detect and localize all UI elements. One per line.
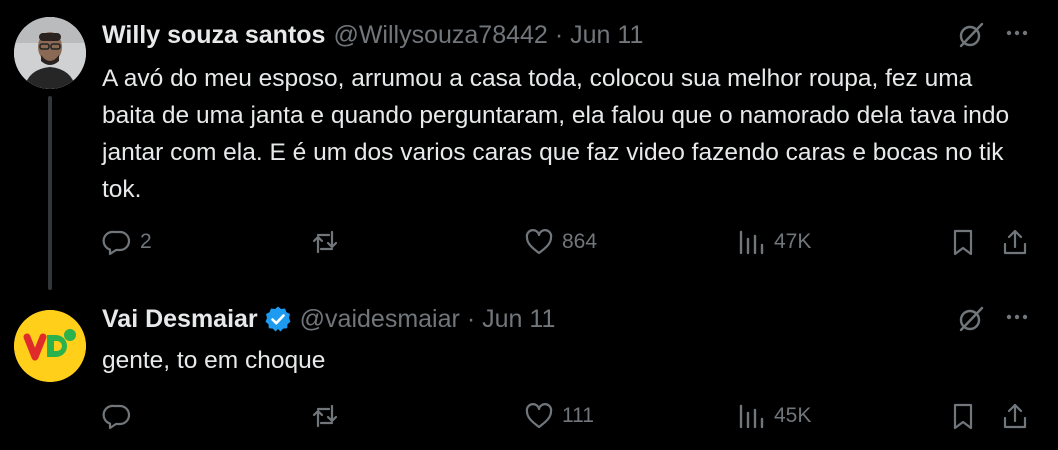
tweet-text: A avó do meu esposo, arrumou a casa toda… bbox=[102, 65, 1010, 203]
grok-icon[interactable] bbox=[956, 304, 986, 334]
tweet-actions: 111 45K bbox=[102, 398, 1058, 434]
reply-icon bbox=[102, 404, 131, 430]
tweet-header: Willy souza santos @Willysouza78442 · Ju… bbox=[102, 20, 1058, 50]
like-button[interactable]: 864 bbox=[524, 224, 597, 260]
views-chart-icon bbox=[739, 230, 764, 255]
thread-connector bbox=[48, 96, 52, 290]
author-name[interactable]: Vai Desmaiar bbox=[102, 305, 258, 334]
retweet-icon bbox=[312, 230, 338, 254]
bookmark-button[interactable] bbox=[948, 224, 978, 260]
views-chart-icon bbox=[739, 404, 764, 429]
more-icon[interactable] bbox=[1002, 302, 1032, 332]
separator-dot: · bbox=[466, 304, 476, 333]
views-button[interactable]: 47K bbox=[736, 224, 811, 260]
share-icon bbox=[1003, 403, 1027, 429]
retweet-icon bbox=[312, 404, 338, 428]
avatar-photo-icon bbox=[14, 17, 86, 89]
grok-icon[interactable] bbox=[956, 20, 986, 50]
bookmark-icon bbox=[953, 229, 973, 256]
verified-badge-icon bbox=[264, 305, 292, 333]
like-count: 111 bbox=[562, 404, 594, 427]
heart-icon bbox=[525, 403, 553, 429]
vai-desmaiar-logo-icon bbox=[14, 310, 86, 382]
share-icon bbox=[1003, 229, 1027, 255]
like-button[interactable]: 111 bbox=[524, 398, 594, 434]
reply-button[interactable]: 2 bbox=[102, 224, 152, 260]
tweet-date[interactable]: Jun 11 bbox=[570, 21, 643, 50]
tweet-1[interactable]: Willy souza santos @Willysouza78442 · Ju… bbox=[0, 0, 1058, 290]
avatar[interactable] bbox=[14, 17, 86, 89]
view-count: 45K bbox=[774, 404, 812, 427]
tweet-2[interactable]: Vai Desmaiar @vaidesmaiar · Jun 11 gente… bbox=[0, 290, 1058, 450]
view-count: 47K bbox=[774, 230, 812, 253]
retweet-button[interactable] bbox=[310, 224, 348, 260]
views-button[interactable]: 45K bbox=[736, 398, 811, 434]
author-handle[interactable]: @Willysouza78442 bbox=[333, 21, 547, 50]
share-button[interactable] bbox=[1000, 398, 1030, 434]
more-icon[interactable] bbox=[1002, 18, 1032, 48]
avatar[interactable] bbox=[14, 310, 86, 382]
share-button[interactable] bbox=[1000, 224, 1030, 260]
bookmark-button[interactable] bbox=[948, 398, 978, 434]
tweet-actions: 2 864 47K bbox=[102, 224, 1058, 260]
reply-icon bbox=[102, 230, 131, 256]
heart-icon bbox=[525, 229, 553, 255]
author-name[interactable]: Willy souza santos bbox=[102, 21, 325, 50]
reply-button[interactable] bbox=[102, 398, 140, 434]
tweet-header: Vai Desmaiar @vaidesmaiar · Jun 11 bbox=[102, 304, 1058, 334]
retweet-button[interactable] bbox=[310, 398, 348, 434]
author-handle[interactable]: @vaidesmaiar bbox=[300, 305, 460, 334]
tweet-text: gente, to em choque bbox=[102, 347, 326, 374]
tweet-date[interactable]: Jun 11 bbox=[482, 305, 555, 334]
separator-dot: · bbox=[554, 20, 564, 49]
bookmark-icon bbox=[953, 403, 973, 430]
like-count: 864 bbox=[562, 230, 598, 253]
reply-count: 2 bbox=[140, 230, 152, 253]
